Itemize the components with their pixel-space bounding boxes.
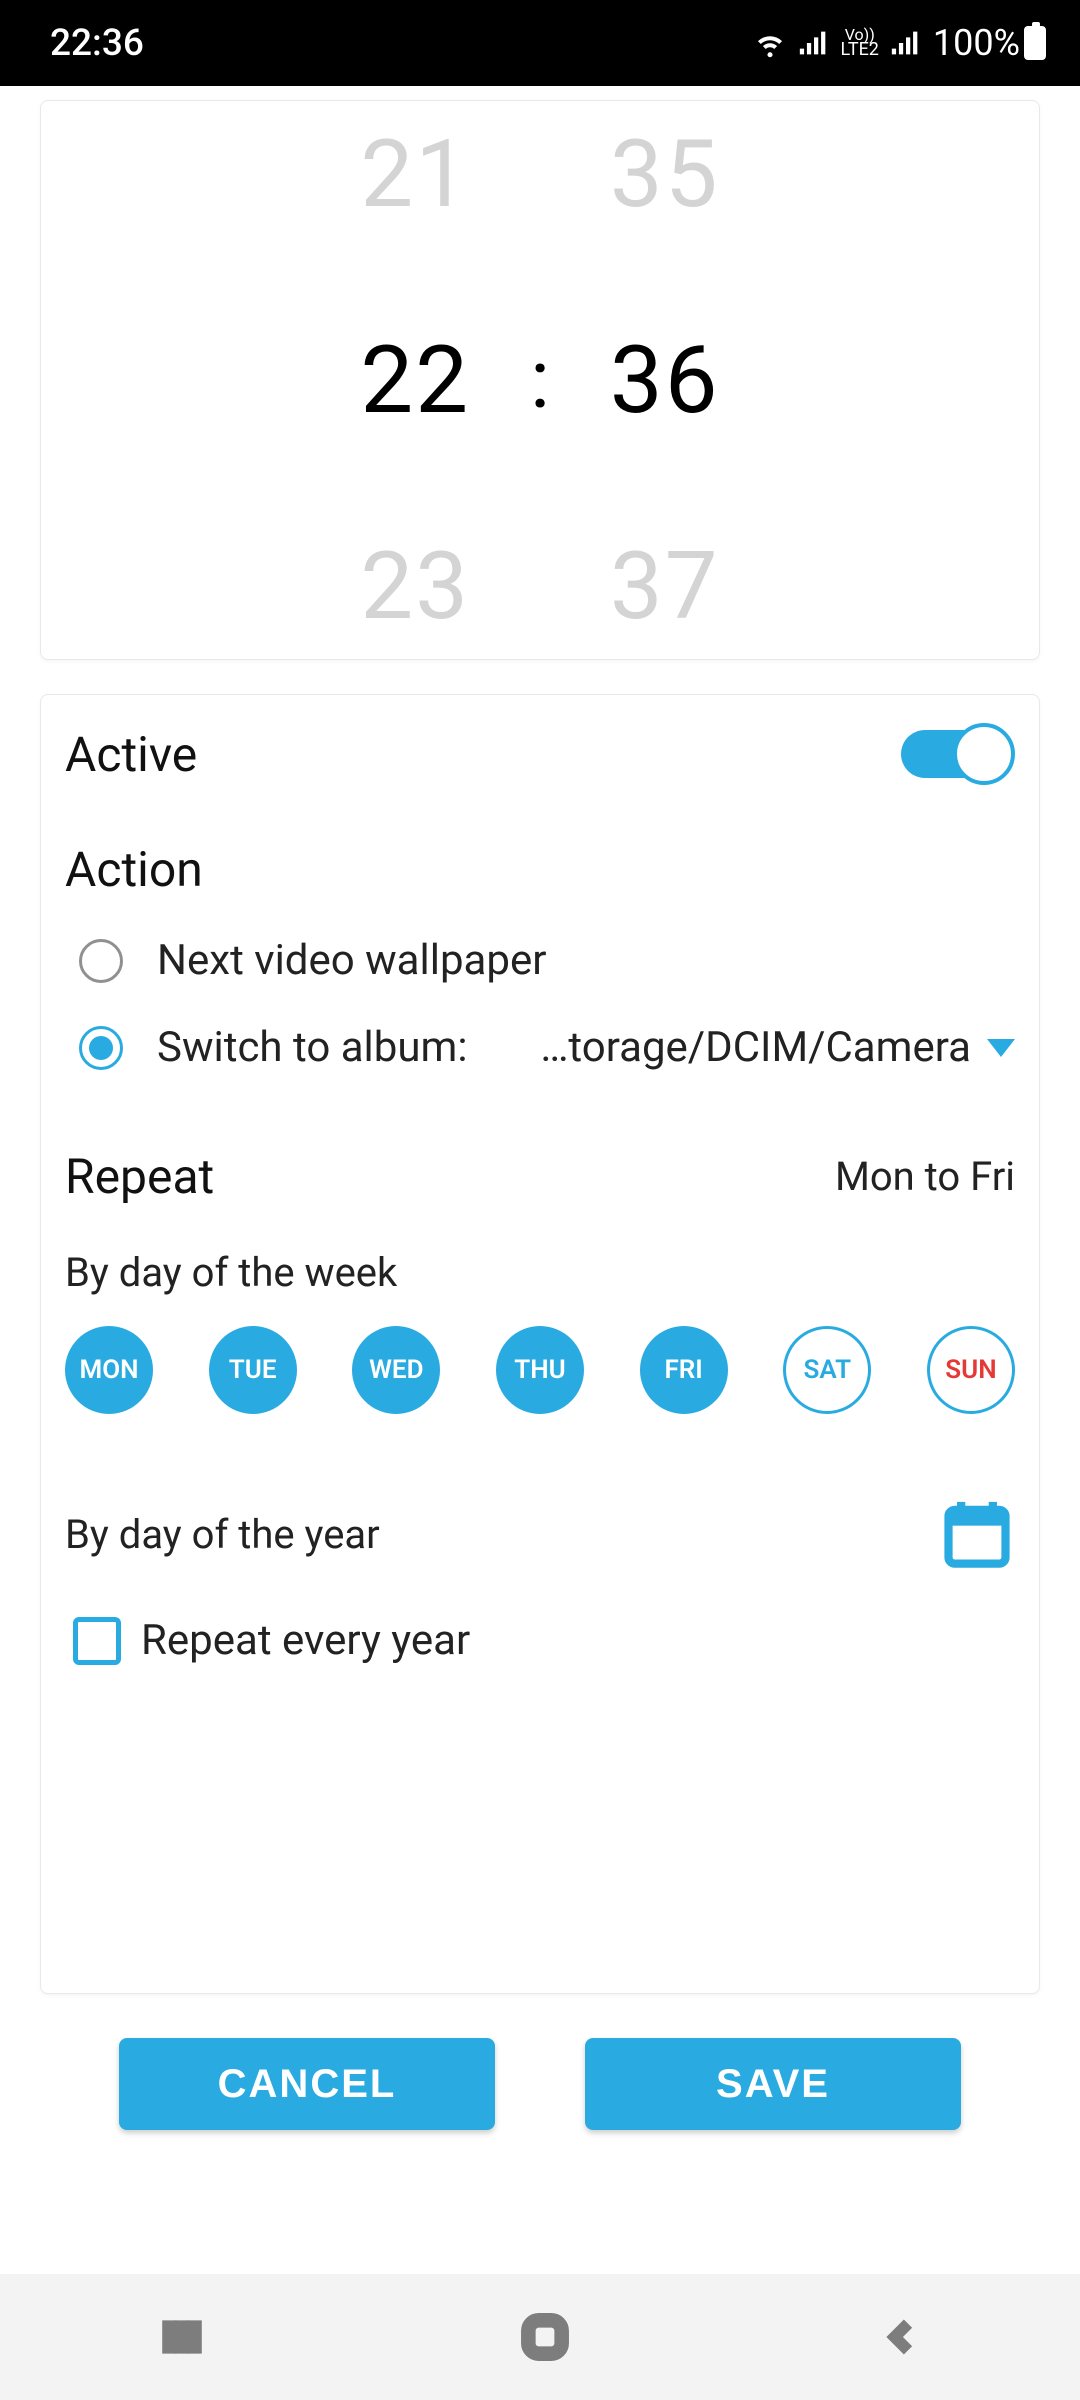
day-fri[interactable]: FRI bbox=[640, 1326, 728, 1414]
calendar-button[interactable] bbox=[939, 1494, 1015, 1574]
minute-wheel[interactable]: 35 36 37 bbox=[610, 119, 720, 641]
hour-selected: 22 bbox=[360, 325, 470, 435]
active-toggle[interactable] bbox=[901, 723, 1015, 785]
lte-indicator: Vo))LTE2 bbox=[841, 28, 879, 59]
day-selector: MON TUE WED THU FRI SAT SUN bbox=[65, 1326, 1015, 1414]
battery-percent: 100% bbox=[933, 22, 1020, 64]
battery-icon bbox=[1024, 26, 1046, 60]
minute-next: 37 bbox=[610, 531, 720, 641]
active-label: Active bbox=[65, 726, 197, 783]
minute-prev: 35 bbox=[610, 119, 720, 229]
hour-prev: 21 bbox=[360, 119, 470, 229]
dialog-buttons: CANCEL SAVE bbox=[40, 2038, 1040, 2130]
action-option-switch-album[interactable]: Switch to album: …torage/DCIM/Camera bbox=[79, 1023, 1015, 1072]
back-button[interactable] bbox=[883, 2312, 923, 2362]
day-tue[interactable]: TUE bbox=[209, 1326, 297, 1414]
action-option-label: Switch to album: bbox=[157, 1023, 468, 1072]
album-dropdown[interactable]: …torage/DCIM/Camera bbox=[540, 1023, 1015, 1072]
settings-card: Active Action Next video wallpaper Switc… bbox=[40, 694, 1040, 1994]
action-option-label: Next video wallpaper bbox=[157, 936, 546, 985]
calendar-icon bbox=[939, 1494, 1015, 1570]
repeat-every-year-label: Repeat every year bbox=[141, 1616, 470, 1665]
system-nav-bar bbox=[0, 2274, 1080, 2400]
save-button[interactable]: SAVE bbox=[585, 2038, 961, 2130]
status-icons: Vo))LTE2 100% bbox=[753, 22, 1046, 64]
wifi-icon bbox=[753, 26, 787, 60]
repeat-summary: Mon to Fri bbox=[835, 1153, 1015, 1200]
hour-next: 23 bbox=[360, 531, 470, 641]
signal-icon-2 bbox=[889, 26, 923, 60]
time-separator: : bbox=[530, 332, 550, 428]
radio-checked-icon bbox=[79, 1026, 123, 1070]
cancel-button[interactable]: CANCEL bbox=[119, 2038, 495, 2130]
dropdown-icon bbox=[987, 1039, 1015, 1057]
repeat-every-year-row[interactable]: Repeat every year bbox=[73, 1616, 1015, 1665]
album-value: …torage/DCIM/Camera bbox=[540, 1023, 971, 1072]
status-time: 22:36 bbox=[50, 22, 144, 65]
action-title: Action bbox=[65, 841, 1015, 898]
time-picker[interactable]: 21 22 23 : 35 36 37 bbox=[40, 100, 1040, 660]
home-button[interactable] bbox=[520, 2312, 570, 2362]
day-thu[interactable]: THU bbox=[496, 1326, 584, 1414]
radio-unchecked-icon bbox=[79, 939, 123, 983]
recents-button[interactable] bbox=[157, 2312, 207, 2362]
day-sat[interactable]: SAT bbox=[783, 1326, 871, 1414]
signal-icon-1 bbox=[797, 26, 831, 60]
action-option-next-wallpaper[interactable]: Next video wallpaper bbox=[79, 936, 1015, 985]
minute-selected: 36 bbox=[610, 325, 720, 435]
repeat-title: Repeat bbox=[65, 1148, 214, 1205]
day-sun[interactable]: SUN bbox=[927, 1326, 1015, 1414]
by-year-label: By day of the year bbox=[65, 1511, 380, 1558]
status-bar: 22:36 Vo))LTE2 100% bbox=[0, 0, 1080, 86]
battery-indicator: 100% bbox=[933, 22, 1046, 64]
day-mon[interactable]: MON bbox=[65, 1326, 153, 1414]
hour-wheel[interactable]: 21 22 23 bbox=[360, 119, 470, 641]
day-wed[interactable]: WED bbox=[352, 1326, 440, 1414]
checkbox-unchecked-icon bbox=[73, 1617, 121, 1665]
by-week-label: By day of the week bbox=[65, 1249, 1015, 1296]
